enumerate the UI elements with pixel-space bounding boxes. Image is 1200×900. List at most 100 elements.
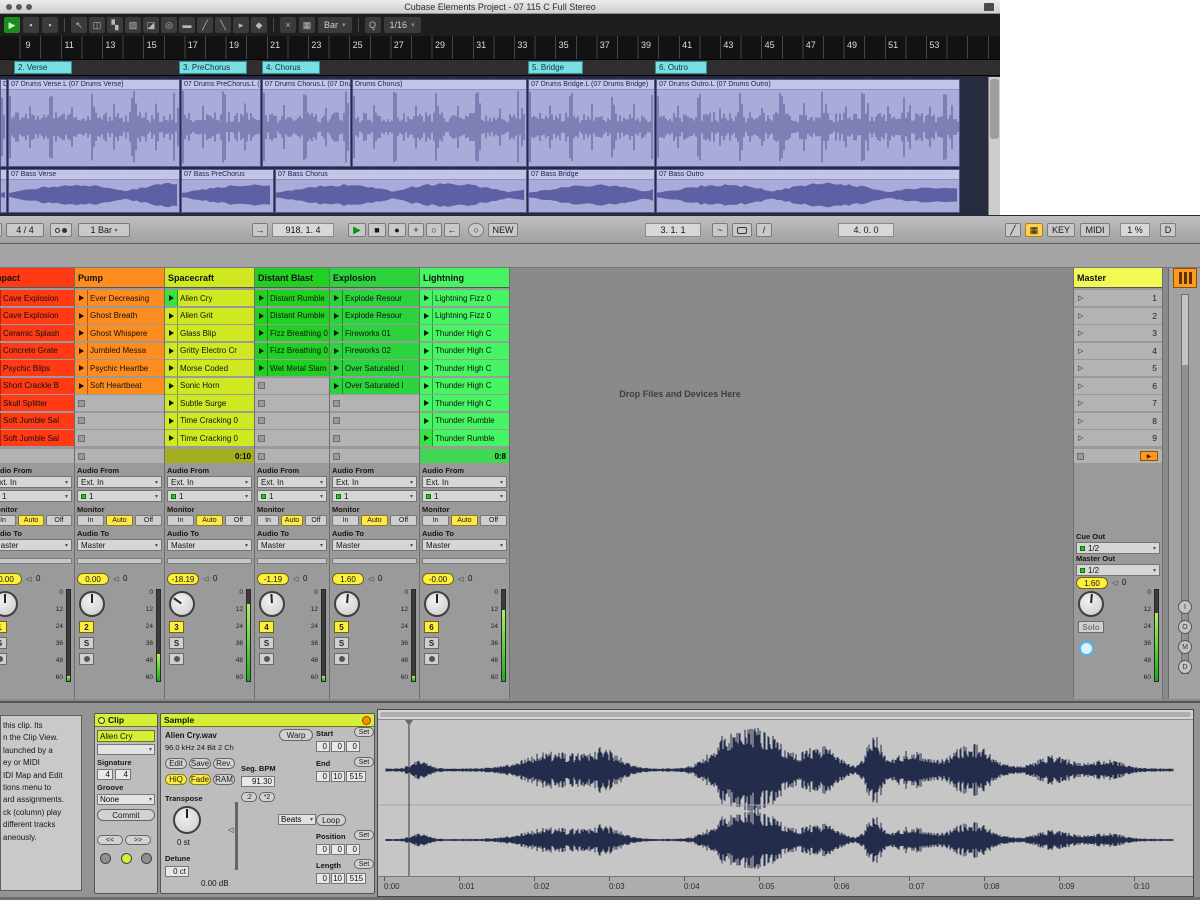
scene-slot[interactable]: ▷6 bbox=[1074, 378, 1162, 394]
monitor-in-button[interactable]: In bbox=[257, 515, 279, 526]
empty-clip-slot[interactable] bbox=[255, 395, 329, 411]
clip-slot[interactable]: Psychic Heartbe bbox=[75, 360, 164, 376]
tool-color[interactable]: ◆ bbox=[251, 17, 267, 33]
clip-play-button[interactable] bbox=[330, 360, 343, 376]
scene-slot[interactable]: ▷9 bbox=[1074, 430, 1162, 446]
clip-play-button[interactable] bbox=[420, 290, 433, 306]
volume-knob[interactable] bbox=[259, 591, 285, 617]
clip-slot[interactable]: Cave Explosion bbox=[0, 290, 74, 306]
volume-value[interactable]: -0.00 bbox=[422, 573, 454, 585]
clip-slot[interactable]: Thunder High C bbox=[420, 325, 509, 341]
clip-stop-button[interactable] bbox=[78, 417, 85, 424]
audio-clip[interactable]: Drums Chorus) bbox=[352, 79, 527, 167]
clip-playing-button[interactable] bbox=[165, 290, 178, 306]
clip-stop-button[interactable] bbox=[78, 435, 85, 442]
clip-slot[interactable]: Time Cracking 0 bbox=[165, 430, 254, 446]
clip-slot[interactable]: Concrete Grate bbox=[0, 343, 74, 359]
empty-clip-slot[interactable] bbox=[255, 430, 329, 446]
monitor-in-button[interactable]: In bbox=[422, 515, 449, 526]
track-delay-field[interactable] bbox=[0, 558, 72, 564]
clip-playing-button[interactable] bbox=[420, 430, 433, 446]
marker-chip[interactable]: 3. PreChorus bbox=[179, 61, 247, 74]
track-activator[interactable]: 2 bbox=[79, 621, 94, 633]
clip-slot[interactable]: Subtle Surge bbox=[165, 395, 254, 411]
window-button-right[interactable] bbox=[984, 3, 994, 11]
clip-slot[interactable]: Thunder High C bbox=[420, 378, 509, 394]
track-delay-field[interactable] bbox=[422, 558, 507, 564]
sample-waveform[interactable] bbox=[378, 720, 1193, 878]
monitor-auto-button[interactable]: Auto bbox=[106, 515, 133, 526]
monitor-in-button[interactable]: In bbox=[77, 515, 104, 526]
nudge-forward-button[interactable]: >> bbox=[125, 835, 151, 845]
empty-clip-slot[interactable] bbox=[255, 413, 329, 429]
mixer-section-toggle-i[interactable]: I bbox=[1178, 600, 1192, 614]
clip-play-button[interactable] bbox=[75, 308, 88, 324]
quantize-toggle[interactable]: Q bbox=[365, 17, 381, 33]
arm-button[interactable] bbox=[334, 653, 349, 665]
track-delay-field[interactable] bbox=[167, 558, 252, 564]
clip-play-button[interactable] bbox=[165, 413, 178, 429]
gain-value[interactable]: 0.00 dB bbox=[201, 879, 229, 888]
clip-stop-slot[interactable] bbox=[75, 449, 164, 463]
scene-slot[interactable]: ▷3 bbox=[1074, 325, 1162, 341]
clip-stop-button[interactable] bbox=[258, 400, 265, 407]
loop-toggle[interactable]: Loop bbox=[316, 814, 346, 826]
pan-value[interactable]: 0 bbox=[1122, 578, 1126, 587]
marker-chip[interactable]: 2. Verse bbox=[14, 61, 72, 74]
track-delay-field[interactable] bbox=[332, 558, 417, 564]
re-enable-automation-button[interactable]: ← bbox=[444, 223, 460, 237]
scene-slot[interactable]: ▷7 bbox=[1074, 395, 1162, 411]
audio-clip[interactable]: 07 Drums Outro.L (07 Drums Outro) bbox=[656, 79, 960, 167]
input-channel-dropdown[interactable]: 1▾ bbox=[77, 490, 162, 502]
clip-stop-button[interactable] bbox=[258, 453, 265, 460]
track-header[interactable]: Spacecraft bbox=[165, 268, 254, 288]
scene-slot[interactable]: ▷4 bbox=[1074, 343, 1162, 359]
arm-button[interactable] bbox=[0, 653, 7, 665]
audio-clip[interactable]: 07 Bass PreChorus bbox=[181, 169, 274, 213]
clip-stop-slot[interactable] bbox=[0, 449, 74, 463]
clip-slot[interactable]: Soft Heartbeat bbox=[75, 378, 164, 394]
input-channel-dropdown[interactable]: 1▾ bbox=[167, 490, 252, 502]
sample-time-ruler[interactable]: 0:000:010:020:030:040:050:060:070:080:09… bbox=[378, 876, 1193, 896]
metronome-toggle[interactable] bbox=[50, 223, 72, 237]
input-type-dropdown[interactable]: Ext. In▾ bbox=[422, 476, 507, 488]
clip-play-button[interactable] bbox=[255, 325, 268, 341]
volume-knob[interactable] bbox=[334, 591, 360, 617]
end-value[interactable]: 10 bbox=[331, 771, 345, 782]
clip-play-button[interactable] bbox=[165, 378, 178, 394]
draw-mode-button[interactable]: ╱ bbox=[1005, 223, 1021, 237]
audio-clip[interactable]: Dru bbox=[0, 79, 7, 167]
input-channel-dropdown[interactable]: 1▾ bbox=[332, 490, 417, 502]
clip-slot[interactable]: Ghost Whispere bbox=[75, 325, 164, 341]
scene-slot[interactable]: ▷5 bbox=[1074, 360, 1162, 376]
volume-knob[interactable] bbox=[1078, 591, 1104, 617]
start-value[interactable]: 0 bbox=[346, 741, 360, 752]
input-channel-dropdown[interactable]: 1▾ bbox=[257, 490, 327, 502]
clip-play-button[interactable] bbox=[420, 413, 433, 429]
transport-record-button[interactable]: ▪ bbox=[42, 17, 58, 33]
marker-chip[interactable]: 6. Outro bbox=[655, 61, 707, 74]
tool-play[interactable]: ▸ bbox=[233, 17, 249, 33]
solo-button[interactable]: Solo bbox=[1078, 621, 1104, 633]
loop-toggle[interactable] bbox=[732, 223, 752, 237]
audio-clip[interactable] bbox=[0, 169, 7, 213]
input-type-dropdown[interactable]: Ext. In▾ bbox=[77, 476, 162, 488]
position-value[interactable]: 0 bbox=[346, 844, 360, 855]
position-value[interactable]: 0 bbox=[316, 844, 330, 855]
monitor-off-button[interactable]: Off bbox=[305, 515, 327, 526]
clip-slot[interactable]: Thunder High C bbox=[420, 395, 509, 411]
clip-play-button[interactable] bbox=[420, 395, 433, 411]
clip-slot[interactable]: Wet Metal Slam bbox=[255, 360, 329, 376]
tool-mute[interactable]: ▬ bbox=[179, 17, 195, 33]
snap-grid-icon[interactable]: ▦ bbox=[299, 17, 315, 33]
marker-chip[interactable]: 5. Bridge bbox=[528, 61, 583, 74]
input-type-dropdown[interactable]: Ext. In▾ bbox=[167, 476, 252, 488]
clip-play-button[interactable] bbox=[165, 308, 178, 324]
clip-stop-button[interactable] bbox=[78, 400, 85, 407]
volume-value[interactable]: -18.19 bbox=[167, 573, 199, 585]
record-button[interactable]: ● bbox=[388, 223, 406, 237]
key-map-button[interactable]: KEY bbox=[1047, 223, 1075, 237]
clip-slot[interactable]: Fizz Breathing 0 bbox=[255, 343, 329, 359]
arm-button[interactable] bbox=[169, 653, 184, 665]
sample-edit-button[interactable]: Edit bbox=[165, 758, 187, 769]
